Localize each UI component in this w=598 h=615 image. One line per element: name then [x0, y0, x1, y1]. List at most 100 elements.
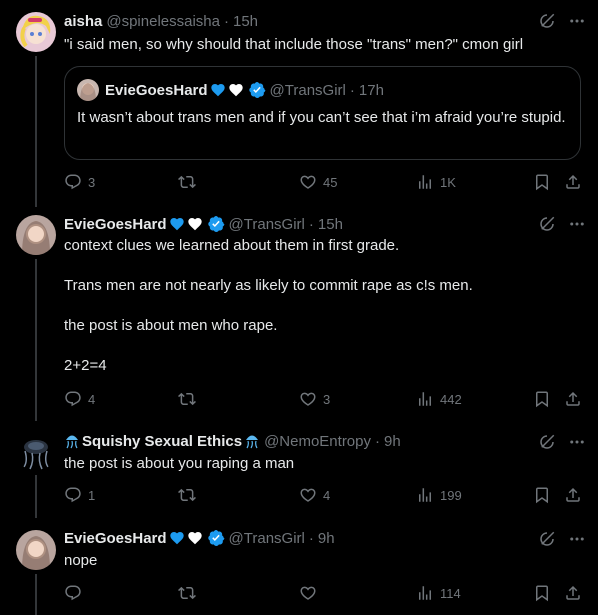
- repost-button[interactable]: [178, 486, 202, 504]
- more-icon[interactable]: [568, 530, 586, 548]
- views-icon: [416, 390, 434, 408]
- repost-button[interactable]: [178, 173, 202, 191]
- share-button[interactable]: [564, 486, 582, 504]
- separator-dot: ·: [375, 432, 380, 450]
- author-handle[interactable]: @TransGirl: [229, 530, 305, 547]
- share-button[interactable]: [564, 173, 582, 191]
- quote-text: It wasn’t about trans men and if you can…: [77, 109, 566, 126]
- timestamp[interactable]: 9h: [384, 433, 401, 450]
- quote-author-handle: @TransGirl: [269, 81, 346, 99]
- reply-icon: [64, 486, 82, 504]
- bookmark-button[interactable]: [533, 390, 551, 408]
- like-icon: [299, 173, 317, 191]
- share-button[interactable]: [564, 390, 582, 408]
- author-name[interactable]: aisha: [64, 13, 102, 30]
- grok-icon[interactable]: [538, 12, 556, 30]
- author-handle[interactable]: @spinelessaisha: [106, 13, 220, 30]
- tweet[interactable]: aisha @spinelessaisha · 15h "i said men,…: [0, 0, 598, 207]
- repost-icon: [178, 173, 196, 191]
- author-handle[interactable]: @NemoEntropy: [264, 433, 371, 450]
- timestamp[interactable]: 9h: [318, 530, 335, 547]
- views-icon: [416, 584, 434, 602]
- author-name[interactable]: EvieGoesHard: [64, 216, 167, 233]
- reply-button[interactable]: 3: [64, 173, 95, 191]
- reply-icon: [64, 584, 82, 602]
- bookmark-icon: [533, 173, 551, 191]
- more-icon[interactable]: [568, 433, 586, 451]
- text-line: 2+2=4: [64, 357, 107, 374]
- separator-dot: ·: [308, 529, 314, 547]
- action-bar: 1 4 199: [64, 486, 584, 506]
- timestamp[interactable]: 15h: [233, 13, 258, 30]
- more-icon[interactable]: [568, 12, 586, 30]
- tweet-text: nope: [64, 552, 98, 569]
- reply-count: 3: [88, 174, 96, 190]
- reply-count: 1: [88, 487, 96, 503]
- like-button[interactable]: 45: [299, 173, 337, 191]
- blue-heart-icon: [210, 82, 226, 98]
- blue-heart-icon: [169, 216, 185, 232]
- separator-dot: ·: [349, 81, 355, 99]
- reply-count: 4: [88, 391, 96, 407]
- like-count: 4: [323, 487, 331, 503]
- repost-button[interactable]: [178, 584, 202, 602]
- text-line: the post is about men who rape.: [64, 317, 278, 334]
- thread-line: [35, 574, 37, 615]
- tweet[interactable]: Squishy Sexual Ethics @NemoEntropy · 9h …: [0, 421, 598, 518]
- avatar[interactable]: [16, 530, 56, 570]
- views-button[interactable]: 1K: [416, 173, 456, 191]
- tweet-text: "i said men, so why should that include …: [64, 36, 524, 53]
- tweet[interactable]: EvieGoesHard @TransGirl · 15h context cl…: [0, 207, 598, 421]
- jellyfish-icon: [64, 433, 80, 450]
- view-count: 442: [440, 391, 462, 407]
- like-button[interactable]: [299, 584, 323, 602]
- repost-icon: [178, 390, 196, 408]
- share-icon: [564, 390, 582, 408]
- quote-author-name: EvieGoesHard: [105, 81, 208, 99]
- share-icon: [564, 584, 582, 602]
- reply-button[interactable]: 1: [64, 486, 95, 504]
- separator-dot: ·: [308, 215, 314, 233]
- share-button[interactable]: [564, 584, 582, 602]
- bookmark-button[interactable]: [533, 173, 551, 191]
- grok-icon[interactable]: [538, 530, 556, 548]
- tweet-header: Squishy Sexual Ethics @NemoEntropy · 9h: [64, 431, 401, 451]
- view-count: 199: [440, 487, 462, 503]
- tweet[interactable]: EvieGoesHard @TransGirl · 9h nope 114: [0, 518, 598, 615]
- thread-line: [35, 475, 37, 518]
- repost-button[interactable]: [178, 390, 202, 408]
- author-name[interactable]: Squishy Sexual Ethics: [82, 433, 242, 450]
- repost-icon: [178, 584, 196, 602]
- like-icon: [299, 486, 317, 504]
- thread-line: [35, 56, 37, 207]
- tweet-text: the post is about you raping a man: [64, 455, 295, 472]
- views-button[interactable]: 442: [416, 390, 462, 408]
- reply-button[interactable]: [64, 584, 88, 602]
- more-icon[interactable]: [568, 215, 586, 233]
- grok-icon[interactable]: [538, 433, 556, 451]
- avatar[interactable]: [16, 12, 56, 52]
- like-button[interactable]: 4: [299, 486, 330, 504]
- quote-avatar: [77, 79, 99, 101]
- views-button[interactable]: 199: [416, 486, 462, 504]
- reply-icon: [64, 390, 82, 408]
- avatar[interactable]: [16, 215, 56, 255]
- reply-button[interactable]: 4: [64, 390, 95, 408]
- views-button[interactable]: 114: [416, 584, 461, 602]
- bookmark-button[interactable]: [533, 584, 551, 602]
- timestamp[interactable]: 15h: [318, 216, 343, 233]
- like-button[interactable]: 3: [299, 390, 330, 408]
- tweet-menu: [538, 12, 586, 30]
- repost-icon: [178, 486, 196, 504]
- bookmark-button[interactable]: [533, 486, 551, 504]
- author-name[interactable]: EvieGoesHard: [64, 530, 167, 547]
- jellyfish-icon: [16, 431, 56, 471]
- avatar[interactable]: [16, 431, 56, 471]
- author-handle[interactable]: @TransGirl: [229, 216, 305, 233]
- tweet-header: EvieGoesHard @TransGirl · 9h: [64, 528, 335, 548]
- quoted-tweet[interactable]: EvieGoesHard @TransGirl · 17h It wasn’t …: [64, 66, 581, 160]
- verified-icon: [207, 215, 225, 233]
- views-icon: [416, 486, 434, 504]
- grok-icon[interactable]: [538, 215, 556, 233]
- verified-icon: [207, 529, 225, 547]
